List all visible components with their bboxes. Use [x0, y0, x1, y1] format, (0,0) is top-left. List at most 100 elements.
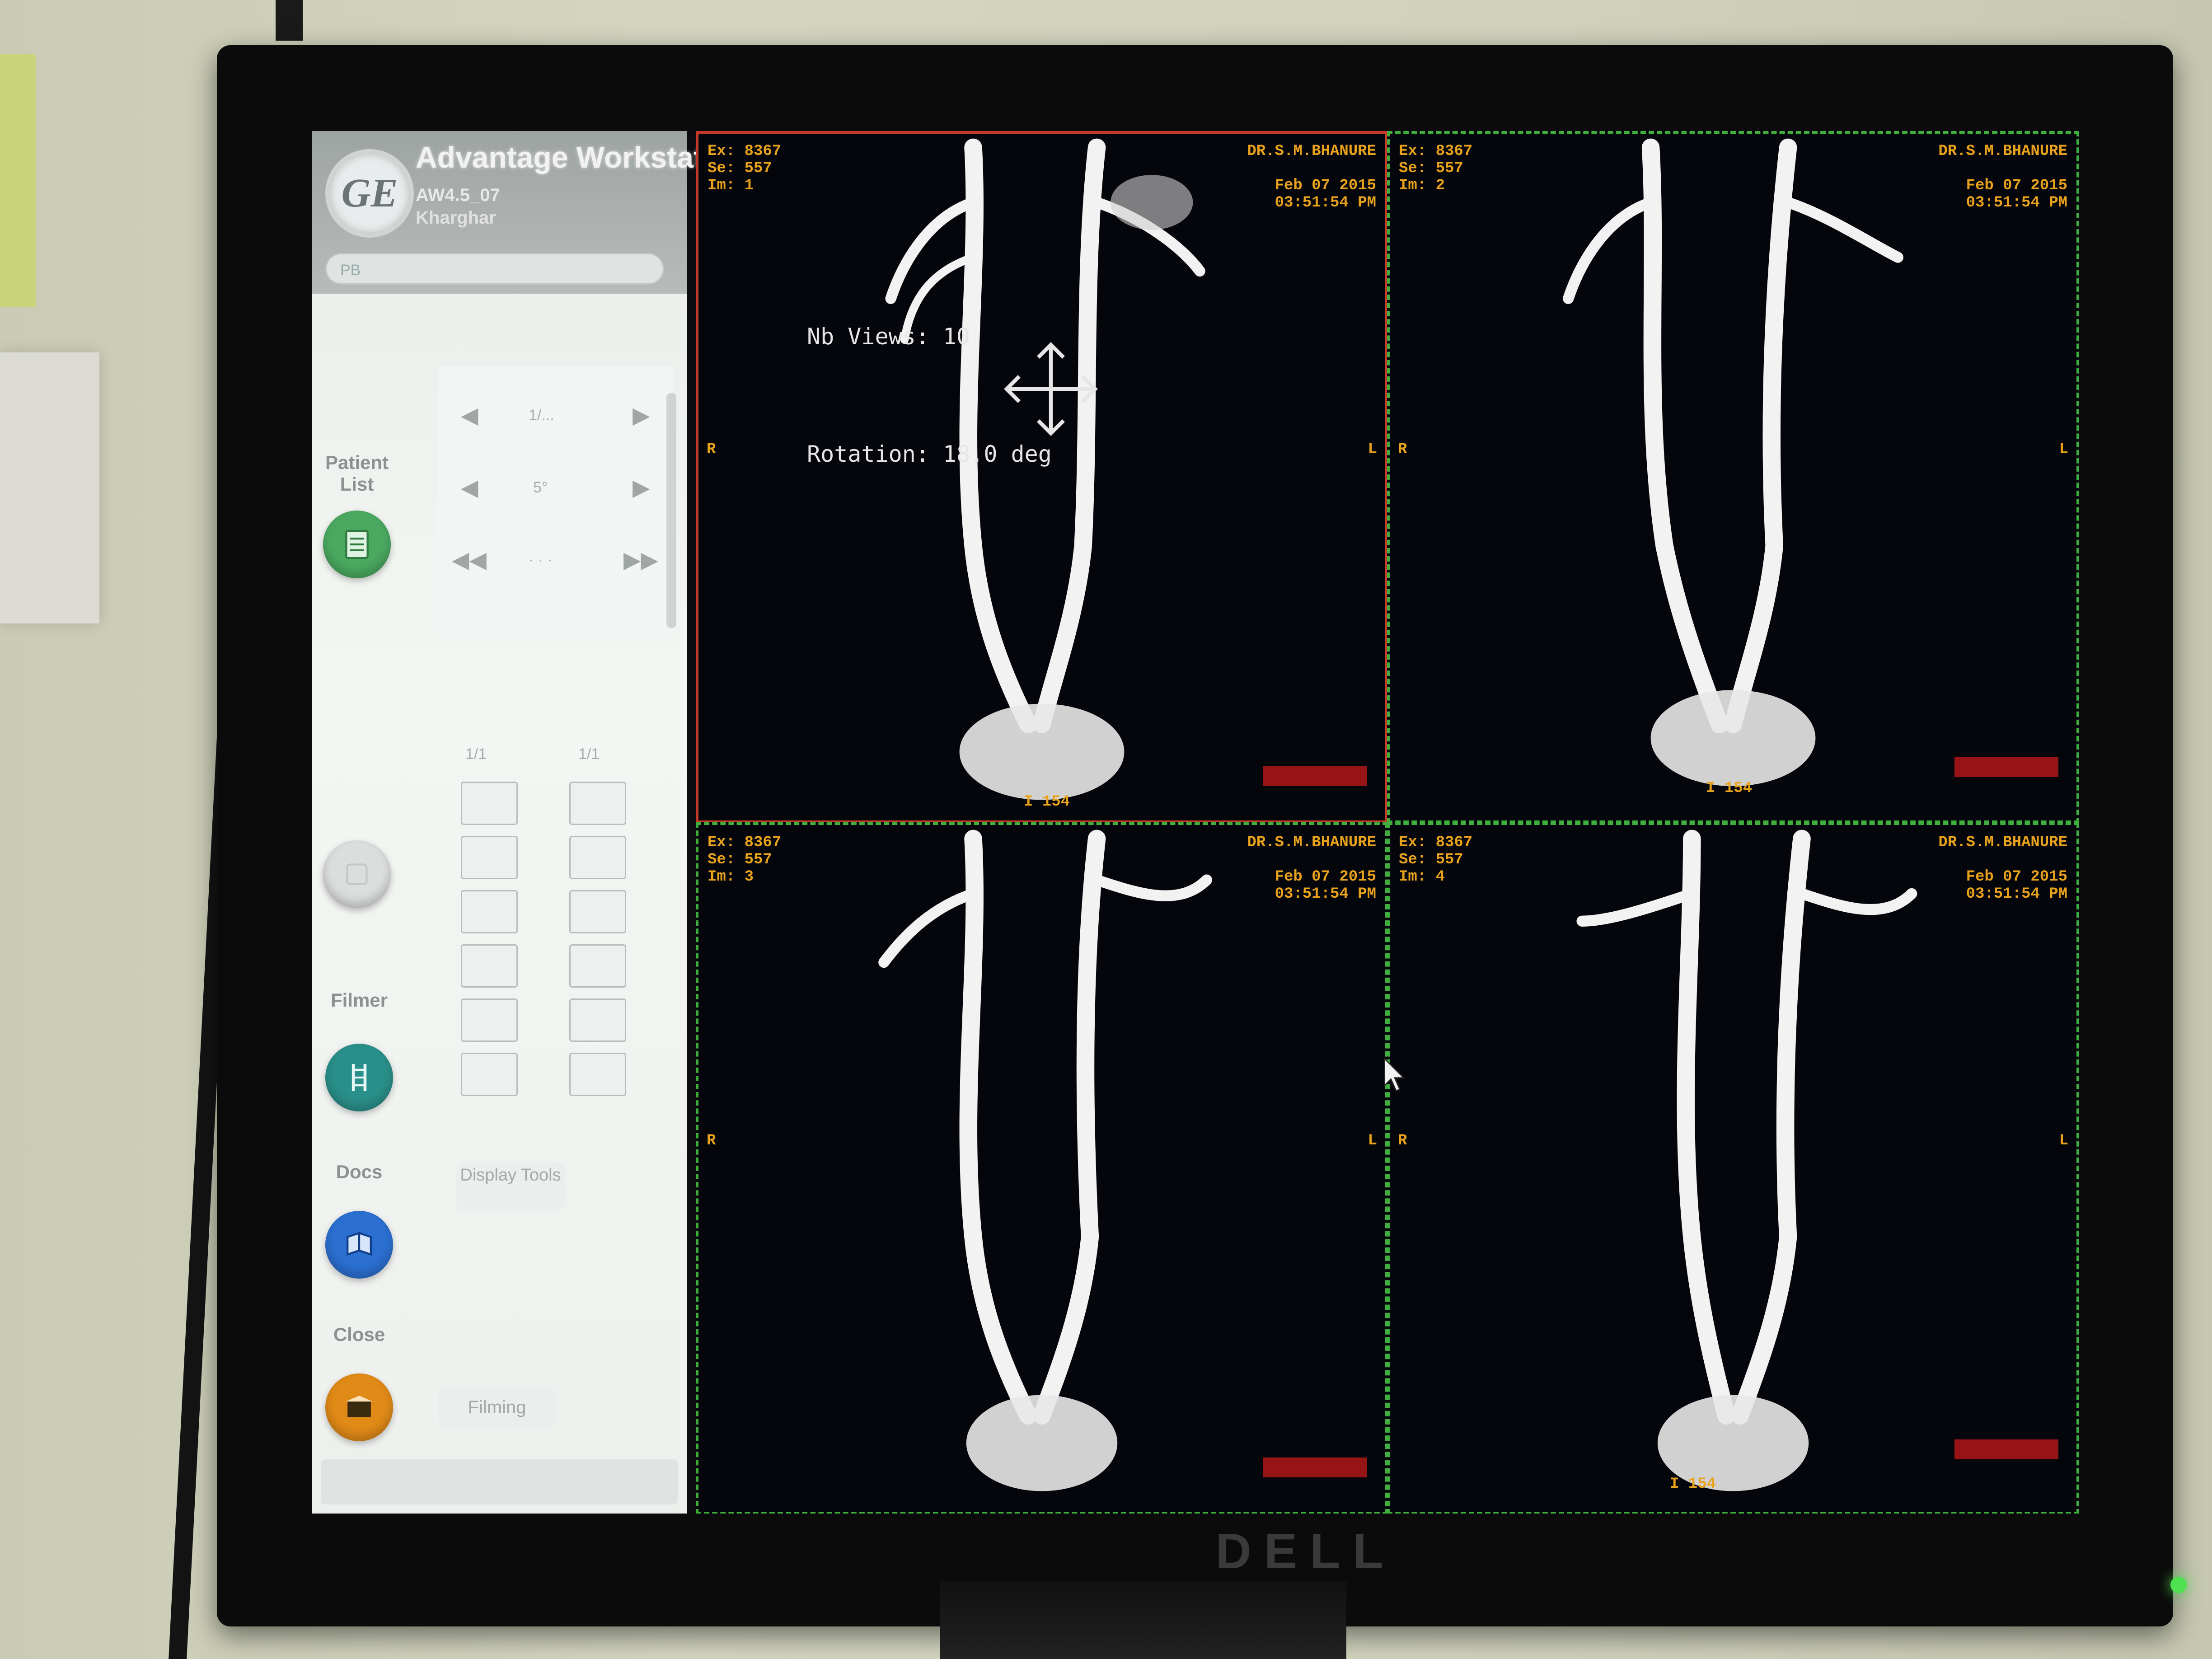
app-version: AW4.5_07 [416, 185, 500, 205]
nav-next-button[interactable]: ▶ [633, 402, 650, 428]
viewport-3[interactable]: Ex: 8367 Se: 557 Im: 3 DR.S.M.BHANURE Fe… [696, 822, 1388, 1514]
viewport-2[interactable]: Ex: 8367 Se: 557 Im: 2 DR.S.M.BHANURE Fe… [1387, 131, 2079, 823]
screen: GE Advantage Workstation AW4.5_07 Khargh… [312, 131, 2083, 1514]
display-tools-button[interactable]: Display Tools [456, 1161, 565, 1211]
filming-button[interactable]: Filming [438, 1387, 556, 1428]
nav-first-button[interactable]: ◀◀ [452, 547, 487, 573]
scrollbar[interactable] [666, 393, 676, 628]
docs-button[interactable] [325, 1211, 393, 1279]
nav-prev-button[interactable]: ◀ [461, 474, 478, 501]
orientation-right: L [2059, 441, 2068, 458]
viewport-4[interactable]: Ex: 8367 Se: 557 Im: 4 DR.S.M.BHANURE Fe… [1387, 822, 2079, 1514]
window-level-button[interactable] [569, 890, 626, 933]
orientation-left: R [707, 1132, 716, 1149]
image-number: Im: 4 [1399, 868, 1445, 886]
rotation-label: Rotation: 18.0 deg [807, 441, 1052, 467]
app-site: Kharghar [416, 208, 496, 228]
navigation-box: ◀ 1/... ▶ ◀ 5° ▶ ◀◀ · · · ▶▶ [438, 366, 673, 637]
study-date: Feb 07 2015 [1966, 868, 2067, 886]
sidebar-item-label: Patient List [325, 452, 389, 495]
study-time: 03:51:54 PM [1966, 194, 2067, 211]
viewport-1[interactable]: Ex: 8367 Se: 557 Im: 1 DR.S.M.BHANURE Fe… [696, 131, 1388, 823]
nav-next-button[interactable]: ▶ [633, 474, 650, 501]
layout-1x1-button[interactable] [461, 782, 518, 825]
status-badge [1263, 766, 1367, 786]
pointer-tool-button[interactable] [461, 890, 518, 933]
patient-list-button[interactable] [323, 511, 391, 578]
curve-tool-button[interactable] [569, 944, 626, 988]
nb-views-label: Nb Views: 10 [807, 323, 970, 350]
monitor: GE Advantage Workstation AW4.5_07 Khargh… [217, 45, 2187, 1626]
blank-icon [346, 863, 368, 885]
study-date: Feb 07 2015 [1275, 868, 1376, 886]
nav-prev-button[interactable]: ◀ [461, 402, 478, 428]
orientation-left: R [1398, 441, 1407, 458]
sidebar-item-label: Docs [336, 1161, 383, 1182]
close-button[interactable] [325, 1373, 393, 1441]
image-number: Im: 3 [708, 868, 754, 886]
nav-value: 1/... [529, 407, 554, 424]
rotate-arrows-icon[interactable] [988, 337, 1114, 441]
panel-header: GE Advantage Workstation AW4.5_07 Khargh… [312, 131, 748, 294]
orientation-left: R [1398, 1132, 1407, 1149]
status-badge [1263, 1457, 1367, 1477]
series-number: Se: 557 [1399, 160, 1463, 177]
sidebar-item-label: Close [333, 1324, 385, 1345]
doctor-name: DR.S.M.BHANURE [1938, 143, 2067, 160]
vessel-rendering [878, 830, 1212, 1491]
series-number: Se: 557 [1399, 851, 1463, 868]
wall-sticky-note [0, 54, 36, 307]
orientation-bottom: I 154 [1024, 793, 1070, 811]
angle-tool-button[interactable] [461, 1053, 518, 1096]
layout-3x3-button[interactable] [569, 836, 626, 879]
annotation-button[interactable] [569, 1053, 626, 1096]
monitor-brand-logo: DELL [1215, 1523, 1396, 1579]
orientation-right: L [1368, 441, 1377, 458]
measure-line-button[interactable] [461, 944, 518, 988]
exam-number: Ex: 8367 [708, 143, 782, 160]
roi-ellipse-button[interactable] [569, 998, 626, 1042]
left-panel: GE Advantage Workstation AW4.5_07 Khargh… [312, 131, 748, 1514]
filmer-button[interactable] [325, 1044, 393, 1111]
header-search-field[interactable]: PB [325, 253, 664, 285]
mouse-cursor-icon [1383, 1057, 1406, 1092]
orientation-left: R [707, 441, 716, 458]
status-badge [1954, 1439, 2058, 1459]
study-time: 03:51:54 PM [1966, 886, 2067, 903]
exam-number: Ex: 8367 [708, 834, 782, 851]
study-date: Feb 07 2015 [1966, 177, 2067, 194]
layout-grid-button[interactable] [461, 836, 518, 879]
exam-info: Ex: 8367 Se: 557 Im: 1 [708, 143, 781, 194]
nav-value: · · · [529, 551, 553, 568]
exam-info: Ex: 8367 Se: 557 Im: 4 [1399, 834, 1472, 886]
orientation-bottom: I 154 [1706, 780, 1753, 797]
image-number: Im: 1 [708, 177, 754, 194]
study-date: Feb 07 2015 [1275, 177, 1376, 194]
nav-value: 5° [533, 479, 548, 496]
exam-number: Ex: 8367 [1399, 143, 1473, 160]
tool-column-header: 1/1 [465, 745, 487, 763]
panel-footer [321, 1459, 678, 1504]
orientation-right: L [2059, 1132, 2068, 1149]
sidebar-item-label: Filmer [330, 989, 388, 1011]
tool-column-header: 1/1 [578, 745, 600, 763]
doctor-name: DR.S.M.BHANURE [1938, 834, 2067, 851]
ge-logo: GE [325, 149, 414, 238]
layout-tool-grid: 1/1 1/1 [434, 736, 678, 1107]
doctor-name: DR.S.M.BHANURE [1247, 834, 1376, 851]
blank-button[interactable] [323, 840, 391, 908]
film-ladder-icon [351, 1064, 367, 1092]
layout-2x2-button[interactable] [569, 782, 626, 825]
power-led-icon [2170, 1577, 2187, 1593]
exam-info: Ex: 8367 Se: 557 Im: 3 [708, 834, 781, 886]
orientation-bottom: I 154 [1670, 1476, 1716, 1493]
roi-rect-button[interactable] [461, 998, 518, 1042]
monitor-stand [940, 1581, 1346, 1659]
vessel-rendering [1576, 830, 1917, 1491]
exam-number: Ex: 8367 [1399, 834, 1473, 851]
clipboard-icon [345, 530, 369, 559]
close-box-icon [345, 1396, 373, 1417]
nav-last-button[interactable]: ▶▶ [623, 547, 658, 573]
wall-card [0, 352, 99, 623]
study-info: DR.S.M.BHANURE Feb 07 2015 03:51:54 PM [1247, 143, 1376, 211]
